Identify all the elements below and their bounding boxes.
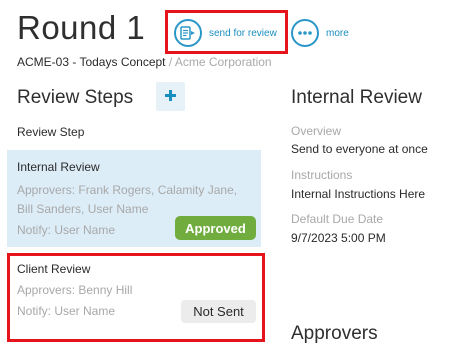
breadcrumb-project[interactable]: ACME-03 - Todays Concept: [17, 55, 166, 69]
send-for-review-highlight: [165, 10, 288, 54]
add-review-step-button[interactable]: [156, 82, 185, 111]
breadcrumb-separator: /: [168, 55, 173, 69]
review-step-approvers: Approvers: Frank Rogers, Calamity Jane, …: [17, 183, 238, 216]
review-step-column-label: Review Step: [17, 125, 85, 139]
more-button[interactable]: more: [291, 19, 349, 47]
breadcrumb: ACME-03 - Todays Concept / Acme Corporat…: [17, 55, 272, 70]
overview-label: Overview: [291, 124, 342, 138]
due-date-label: Default Due Date: [291, 212, 384, 226]
plus-icon: [165, 88, 176, 106]
instructions-value: Internal Instructions Here: [291, 187, 426, 201]
review-step-title: Internal Review: [17, 160, 100, 174]
breadcrumb-organization[interactable]: Acme Corporation: [175, 55, 272, 69]
more-label: more: [326, 27, 349, 39]
detail-heading: Internal Review: [291, 87, 422, 108]
page-title: Round 1: [17, 9, 146, 46]
review-steps-heading: Review Steps: [17, 87, 134, 108]
instructions-label: Instructions: [291, 168, 353, 182]
status-badge-approved: Approved: [175, 216, 256, 240]
due-date-value: 9/7/2023 5:00 PM: [291, 231, 386, 245]
overview-value: Send to everyone at once: [291, 142, 428, 156]
ellipsis-icon: [291, 19, 319, 47]
client-review-highlight: [7, 253, 265, 342]
approvers-heading: Approvers: [291, 323, 378, 344]
